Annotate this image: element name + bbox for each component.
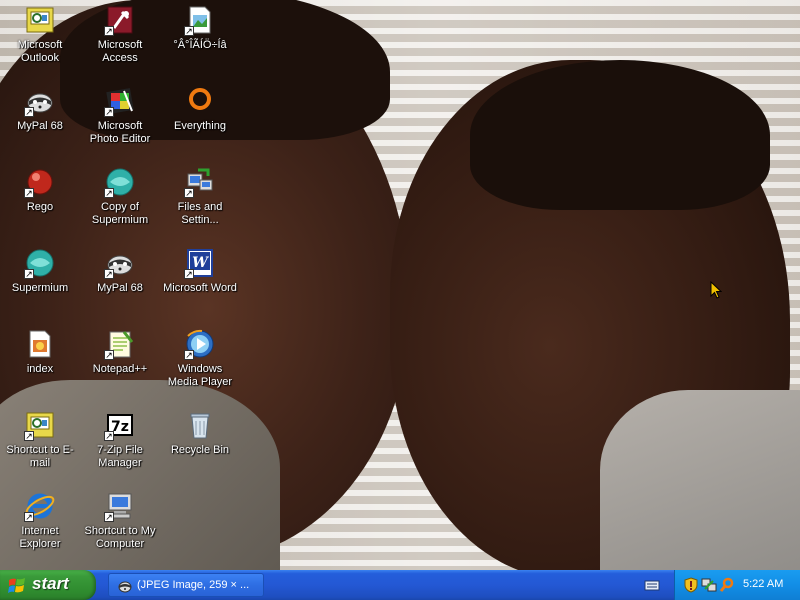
shortcut-arrow-icon: ↗ — [184, 269, 194, 279]
desktop-icon-everything[interactable]: Everything — [160, 83, 240, 161]
rego-red-ball-icon: ↗ — [24, 166, 56, 198]
desktop-icon-email-shortcut[interactable]: ↗ Shortcut to E-mail — [0, 407, 80, 485]
shortcut-arrow-icon: ↗ — [104, 431, 114, 441]
desktop-icon-label: MyPal 68 — [97, 282, 143, 294]
svg-text:W: W — [192, 255, 209, 271]
desktop-icon-mypal-2[interactable]: ↗ MyPal 68 — [80, 245, 160, 323]
desktop-icon-photo-editor[interactable]: ↗ Microsoft Photo Editor — [80, 83, 160, 161]
mypal-raccoon-icon — [118, 581, 132, 593]
seven-zip-icon: 7z ↗ — [104, 409, 136, 441]
keyboard-language-icon[interactable] — [644, 577, 660, 593]
desktop-icon-label: Notepad++ — [92, 363, 148, 375]
network-connection-icon[interactable] — [701, 577, 717, 593]
shortcut-arrow-icon: ↗ — [24, 512, 34, 522]
desktop-icon-label: MyPal 68 — [17, 120, 63, 132]
desktop-icon-internet-explorer[interactable]: ↗ Internet Explorer — [0, 488, 80, 566]
shortcut-arrow-icon: ↗ — [24, 269, 34, 279]
desktop-icon-7zip[interactable]: 7z ↗ 7-Zip File Manager — [80, 407, 160, 485]
desktop-icon-label: index — [26, 363, 54, 375]
my-computer-icon: ↗ — [104, 490, 136, 522]
desktop-icon-access[interactable]: ↗ Microsoft Access — [80, 2, 160, 80]
shortcut-arrow-icon: ↗ — [24, 431, 34, 441]
desktop-icon-label: Shortcut to My Computer — [84, 525, 156, 550]
desktop-icon-media-player[interactable]: ↗ Windows Media Player — [160, 326, 240, 404]
desktop-icon-my-computer[interactable]: ↗ Shortcut to My Computer — [80, 488, 160, 566]
desktop-icon-label: Supermium — [11, 282, 69, 294]
mypal-raccoon-icon: ↗ — [104, 247, 136, 279]
desktop-icon-notepadplusplus[interactable]: ↗ Notepad++ — [80, 326, 160, 404]
shortcut-arrow-icon: ↗ — [24, 107, 34, 117]
taskbar: start (JPEG Image, 259 × ... 5:22 AM — [0, 570, 800, 600]
security-shield-icon[interactable] — [683, 577, 699, 593]
start-button[interactable]: start — [0, 570, 96, 600]
internet-explorer-icon: ↗ — [24, 490, 56, 522]
desktop-icon-label: Microsoft Photo Editor — [89, 120, 151, 145]
desktop-icon-label: Copy of Supermium — [91, 201, 149, 226]
recycle-bin-icon — [184, 409, 216, 441]
desktop-icon-label: Microsoft Outlook — [17, 39, 63, 64]
desktop-icon-copy-of-supermium[interactable]: ↗ Copy of Supermium — [80, 164, 160, 242]
taskbar-window-button[interactable]: (JPEG Image, 259 × ... — [108, 573, 264, 597]
desktop-icon-word[interactable]: W ↗ Microsoft Word — [160, 245, 240, 323]
mouse-cursor-icon — [710, 281, 722, 299]
desktop-icon-image-file[interactable]: ↗ °Â°ÎÃÍÖ÷Íâ — [160, 2, 240, 80]
shortcut-arrow-icon: ↗ — [184, 350, 194, 360]
notepadplusplus-icon: ↗ — [104, 328, 136, 360]
shortcut-arrow-icon: ↗ — [24, 188, 34, 198]
desktop-icon-label: Microsoft Access — [97, 39, 143, 64]
supermium-icon: ↗ — [24, 247, 56, 279]
desktop-icon-label: Microsoft Word — [163, 282, 237, 294]
photo-editor-icon: ↗ — [104, 85, 136, 117]
system-tray: 5:22 AM — [674, 570, 800, 600]
taskbar-window-label: (JPEG Image, 259 × ... — [137, 579, 250, 591]
desktop-icon-mypal[interactable]: ↗ MyPal 68 — [0, 83, 80, 161]
outlook-icon — [24, 4, 56, 36]
desktop-icon-rego[interactable]: ↗ Rego — [0, 164, 80, 242]
desktop-icon-label: °Â°ÎÃÍÖ÷Íâ — [173, 39, 227, 51]
shortcut-arrow-icon: ↗ — [104, 350, 114, 360]
files-settings-transfer-icon: ↗ — [184, 166, 216, 198]
start-label: start — [32, 574, 69, 593]
desktop-icon-label: Everything — [174, 120, 226, 132]
image-file-icon: ↗ — [184, 4, 216, 36]
access-icon: ↗ — [104, 4, 136, 36]
search-magnifier-icon[interactable] — [719, 577, 735, 593]
word-icon: W ↗ — [184, 247, 216, 279]
desktop[interactable]: Microsoft Outlook ↗ MyPal 68 ↗ Rego ↗ Su… — [0, 0, 800, 570]
shortcut-arrow-icon: ↗ — [104, 107, 114, 117]
shortcut-arrow-icon: ↗ — [184, 188, 194, 198]
shortcut-arrow-icon: ↗ — [184, 26, 194, 36]
desktop-icon-outlook[interactable]: Microsoft Outlook — [0, 2, 80, 80]
desktop-icon-supermium[interactable]: ↗ Supermium — [0, 245, 80, 323]
html-document-icon — [24, 328, 56, 360]
shortcut-arrow-icon: ↗ — [104, 512, 114, 522]
desktop-icon-files-settings[interactable]: ↗ Files and Settin... — [160, 164, 240, 242]
taskbar-clock[interactable]: 5:22 AM — [743, 578, 783, 590]
wallpaper-hair-right — [470, 60, 770, 210]
supermium-icon: ↗ — [104, 166, 136, 198]
desktop-icon-label: 7-Zip File Manager — [97, 444, 143, 469]
shortcut-arrow-icon: ↗ — [104, 26, 114, 36]
desktop-icon-label: Files and Settin... — [177, 201, 223, 226]
everything-search-icon — [184, 85, 216, 117]
desktop-icon-label: Shortcut to E-mail — [6, 444, 74, 469]
shortcut-arrow-icon: ↗ — [104, 269, 114, 279]
desktop-icon-index[interactable]: index — [0, 326, 80, 404]
media-player-icon: ↗ — [184, 328, 216, 360]
email-shortcut-icon: ↗ — [24, 409, 56, 441]
mypal-raccoon-icon: ↗ — [24, 85, 56, 117]
desktop-icon-label: Internet Explorer — [19, 525, 61, 550]
shortcut-arrow-icon: ↗ — [104, 188, 114, 198]
desktop-icon-label: Recycle Bin — [170, 444, 230, 456]
desktop-icon-label: Windows Media Player — [167, 363, 233, 388]
desktop-icon-label: Rego — [26, 201, 54, 213]
wallpaper-shoulder-right — [600, 390, 800, 570]
windows-flag-icon — [8, 578, 25, 593]
desktop-icon-recycle-bin[interactable]: Recycle Bin — [160, 407, 240, 485]
